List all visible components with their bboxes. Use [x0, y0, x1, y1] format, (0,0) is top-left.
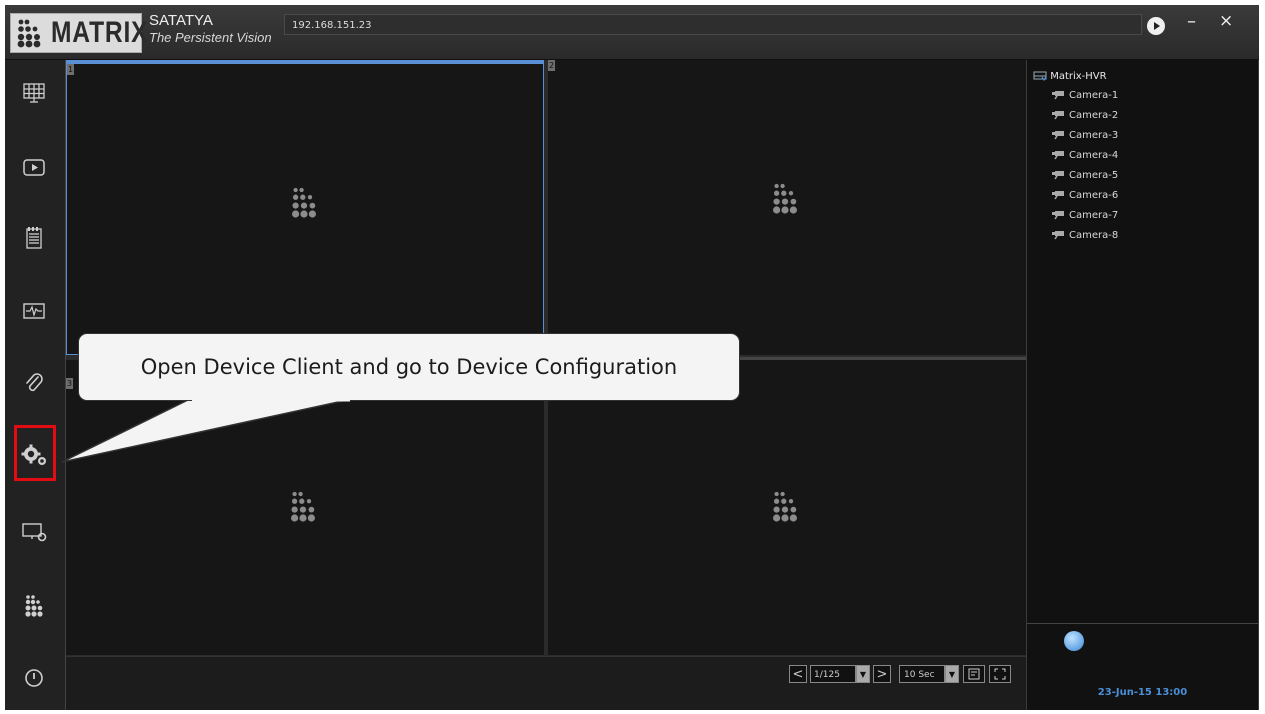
instruction-callout: Open Device Client and go to Device Conf…	[78, 333, 740, 401]
callout-text: Open Device Client and go to Device Conf…	[140, 355, 678, 379]
